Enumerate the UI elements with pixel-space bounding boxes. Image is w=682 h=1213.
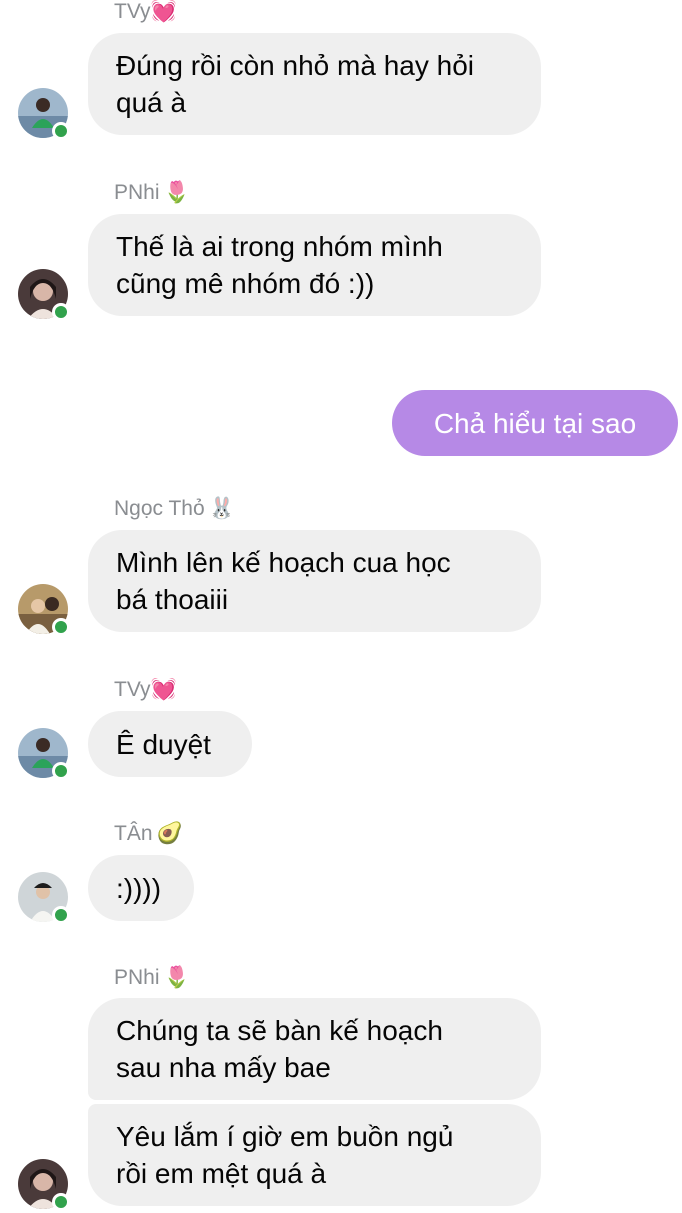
message-text: Đúng rồi còn nhỏ mà hay hỏi quá à xyxy=(116,50,474,118)
online-status-icon xyxy=(52,906,70,924)
message-text: :)))) xyxy=(116,872,162,904)
message-bubble[interactable]: Yêu lắm í giờ em buồn ngủ rồi em mệt quá… xyxy=(88,1104,541,1206)
message-bubble[interactable]: Mình lên kế hoạch cua học bá thoaiii xyxy=(88,530,541,632)
sender-name-pnhi: PNhi 🌷 xyxy=(114,965,190,989)
avatar[interactable] xyxy=(18,1159,70,1211)
sender-name-pnhi: PNhi 🌷 xyxy=(114,180,190,204)
heart-icon: 💓 xyxy=(150,677,177,701)
message-bubble[interactable]: :)))) xyxy=(88,855,194,921)
online-status-icon xyxy=(52,303,70,321)
avatar[interactable] xyxy=(18,728,70,780)
sender-name-tan: TÂn 🥑 xyxy=(114,821,183,845)
message-text: Thế là ai trong nhóm mình cũng mê nhóm đ… xyxy=(116,231,443,299)
sender-name-ngoc-tho: Ngọc Thỏ 🐰 xyxy=(114,496,235,520)
sender-name-tvy: TVy💓 xyxy=(114,677,177,701)
message-bubble[interactable]: Thế là ai trong nhóm mình cũng mê nhóm đ… xyxy=(88,214,541,316)
avatar[interactable] xyxy=(18,269,70,321)
rabbit-icon: 🐰 xyxy=(208,496,235,520)
heart-icon: 💓 xyxy=(150,0,177,23)
avatar[interactable] xyxy=(18,88,70,140)
avocado-icon: 🥑 xyxy=(156,821,183,845)
message-text: Chúng ta sẽ bàn kế hoạch sau nha mấy bae xyxy=(116,1015,443,1083)
online-status-icon xyxy=(52,122,70,140)
message-bubble[interactable]: Đúng rồi còn nhỏ mà hay hỏi quá à xyxy=(88,33,541,135)
avatar[interactable] xyxy=(18,584,70,636)
online-status-icon xyxy=(52,618,70,636)
avatar[interactable] xyxy=(18,872,70,924)
my-message-bubble[interactable]: Chả hiểu tại sao xyxy=(392,390,678,456)
message-text: Ê duyệt xyxy=(116,728,211,760)
online-status-icon xyxy=(52,762,70,780)
sender-name-tvy: TVy💓 xyxy=(114,0,177,23)
message-text: Yêu lắm í giờ em buồn ngủ rồi em mệt quá… xyxy=(116,1121,454,1189)
message-bubble[interactable]: Chúng ta sẽ bàn kế hoạch sau nha mấy bae xyxy=(88,998,541,1100)
message-text: Chả hiểu tại sao xyxy=(433,407,637,439)
tulip-icon: 🌷 xyxy=(163,965,190,989)
message-bubble[interactable]: Ê duyệt xyxy=(88,711,252,777)
tulip-icon: 🌷 xyxy=(163,180,190,204)
online-status-icon xyxy=(52,1193,70,1211)
message-text: Mình lên kế hoạch cua học bá thoaiii xyxy=(116,547,451,615)
